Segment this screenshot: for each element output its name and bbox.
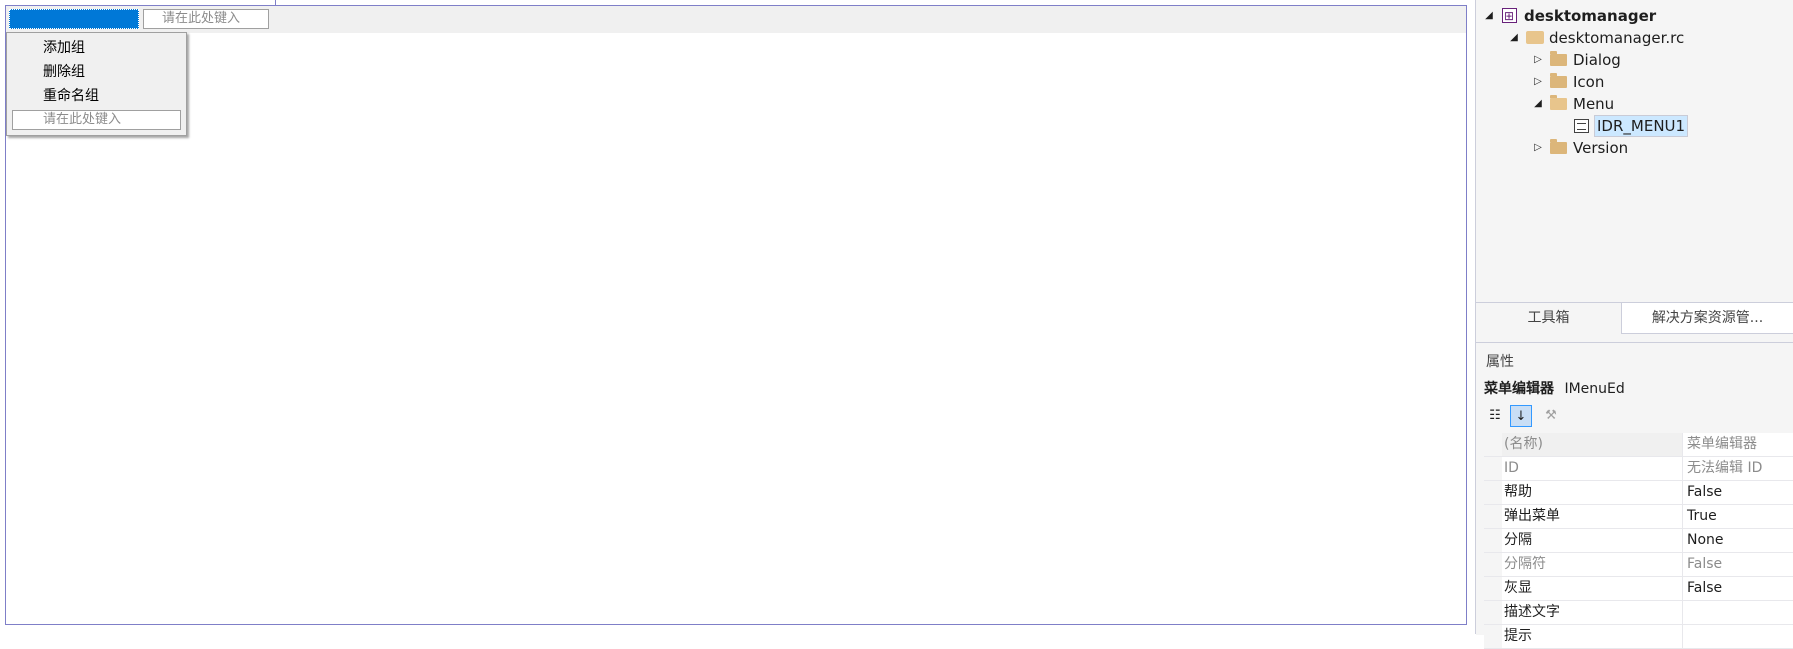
property-name: 弹出菜单 xyxy=(1502,505,1683,528)
property-value[interactable]: 菜单编辑器 xyxy=(1687,433,1757,455)
selected-menu-item[interactable] xyxy=(9,9,139,29)
property-name: 灰显 xyxy=(1502,577,1683,600)
property-row[interactable]: 分隔符 False xyxy=(1484,553,1793,577)
expand-arrow-icon[interactable]: ▷ xyxy=(1533,138,1543,158)
property-name: 分隔符 xyxy=(1502,553,1683,576)
editor-tab-border xyxy=(275,0,1467,6)
tab-toolbox[interactable]: 工具箱 xyxy=(1476,303,1621,334)
dropdown-type-here-field[interactable]: 请在此处键入 xyxy=(12,110,181,130)
dock-tab-strip: 工具箱 解决方案资源管... xyxy=(1476,302,1793,334)
collapse-arrow-icon[interactable]: ◢ xyxy=(1509,28,1519,48)
menu-item-rename-group[interactable]: 重命名组 xyxy=(43,85,99,107)
collapse-arrow-icon[interactable]: ◢ xyxy=(1484,6,1494,26)
tree-item-menu[interactable]: ◢ Menu xyxy=(1476,94,1793,114)
property-pages-wrench-icon[interactable]: ⚒ xyxy=(1540,405,1562,427)
object-name: IMenuEd xyxy=(1564,381,1625,397)
property-row-gutter xyxy=(1484,625,1502,648)
property-value[interactable]: False xyxy=(1687,577,1722,599)
right-dock: ◢ desktomanager ◢ desktomanager.rc ▷ Dia… xyxy=(1475,0,1793,649)
project-label: desktomanager xyxy=(1524,7,1657,25)
property-row[interactable]: 灰显 False xyxy=(1484,577,1793,601)
properties-object-selector[interactable]: 菜单编辑器 IMenuEd xyxy=(1484,378,1625,398)
property-name: 描述文字 xyxy=(1502,601,1683,624)
menu-resource-label: IDR_MENU1 xyxy=(1593,115,1689,137)
property-row[interactable]: (名称) 菜单编辑器 xyxy=(1484,433,1793,457)
object-type: 菜单编辑器 xyxy=(1484,381,1554,397)
open-folder-icon xyxy=(1550,95,1567,110)
property-row[interactable]: 分隔 None xyxy=(1484,529,1793,553)
tree-item-version[interactable]: ▷ Version xyxy=(1476,138,1793,158)
expand-arrow-icon[interactable]: ▷ xyxy=(1533,72,1543,92)
property-name: (名称) xyxy=(1502,433,1683,456)
property-row-gutter xyxy=(1484,529,1502,552)
menu-dropdown: 添加组 删除组 重命名组 请在此处键入 xyxy=(6,32,187,136)
categorized-icon[interactable]: ☷ xyxy=(1484,405,1506,427)
folder-label-menu: Menu xyxy=(1573,95,1615,113)
property-row-gutter xyxy=(1484,601,1502,624)
property-name: 分隔 xyxy=(1502,529,1683,552)
resource-file-icon xyxy=(1526,31,1544,44)
folder-label-icon: Icon xyxy=(1573,73,1605,91)
menu-resource-icon xyxy=(1574,119,1589,133)
tree-item-dialog[interactable]: ▷ Dialog xyxy=(1476,50,1793,70)
property-value[interactable]: None xyxy=(1687,529,1724,551)
menu-item-add-group[interactable]: 添加组 xyxy=(43,37,85,59)
tab-solution-explorer[interactable]: 解决方案资源管... xyxy=(1621,303,1793,334)
property-row[interactable]: 弹出菜单 True xyxy=(1484,505,1793,529)
properties-title: 属性 xyxy=(1486,354,1514,370)
property-value[interactable]: False xyxy=(1687,553,1722,575)
property-row-gutter xyxy=(1484,481,1502,504)
property-name: 提示 xyxy=(1502,625,1683,648)
property-name: 帮助 xyxy=(1502,481,1683,504)
menu-item-delete-group[interactable]: 删除组 xyxy=(43,61,85,83)
property-row-gutter xyxy=(1484,553,1502,576)
property-value[interactable]: True xyxy=(1687,505,1717,527)
folder-label-version: Version xyxy=(1573,139,1629,157)
property-row[interactable]: 描述文字 xyxy=(1484,601,1793,625)
menu-editor-canvas[interactable]: 请在此处键入 添加组 删除组 重命名组 请在此处键入 xyxy=(5,5,1467,625)
property-row-gutter xyxy=(1484,577,1502,600)
property-row[interactable]: 帮助 False xyxy=(1484,481,1793,505)
property-row-gutter xyxy=(1484,505,1502,528)
menubar-type-here-field[interactable]: 请在此处键入 xyxy=(143,9,269,29)
tree-item-icon[interactable]: ▷ Icon xyxy=(1476,72,1793,92)
folder-label-dialog: Dialog xyxy=(1573,51,1621,69)
alphabetical-sort-icon[interactable]: ↓ xyxy=(1510,405,1532,427)
property-row[interactable]: ID 无法编辑 ID xyxy=(1484,457,1793,481)
menu-bar: 请在此处键入 xyxy=(6,6,1466,33)
folder-icon xyxy=(1550,139,1567,154)
property-row[interactable]: 提示 xyxy=(1484,625,1793,649)
rc-file-label: desktomanager.rc xyxy=(1549,29,1685,47)
property-row-gutter xyxy=(1484,433,1502,456)
folder-icon xyxy=(1550,51,1567,66)
solution-explorer-tree: ◢ desktomanager ◢ desktomanager.rc ▷ Dia… xyxy=(1476,0,1793,302)
tree-item-idr-menu1[interactable]: IDR_MENU1 xyxy=(1476,115,1793,137)
property-value[interactable]: 无法编辑 ID xyxy=(1687,457,1762,479)
expand-arrow-icon[interactable]: ▷ xyxy=(1533,50,1543,70)
property-grid: (名称) 菜单编辑器 ID 无法编辑 ID 帮助 False 弹出菜单 True 分隔 None 分… xyxy=(1484,433,1793,649)
tree-item-project[interactable]: ◢ desktomanager xyxy=(1476,6,1793,26)
properties-panel: 属性 菜单编辑器 IMenuEd ☷ ↓ ⚒ (名称) 菜单编辑器 ID 无法编辑 I… xyxy=(1476,342,1793,649)
collapse-arrow-icon[interactable]: ◢ xyxy=(1533,94,1543,114)
folder-icon xyxy=(1550,73,1567,88)
tree-item-rc-file[interactable]: ◢ desktomanager.rc xyxy=(1476,28,1793,48)
property-value[interactable]: False xyxy=(1687,481,1722,503)
project-icon xyxy=(1502,6,1517,26)
property-name: ID xyxy=(1502,457,1683,480)
property-row-gutter xyxy=(1484,457,1502,480)
